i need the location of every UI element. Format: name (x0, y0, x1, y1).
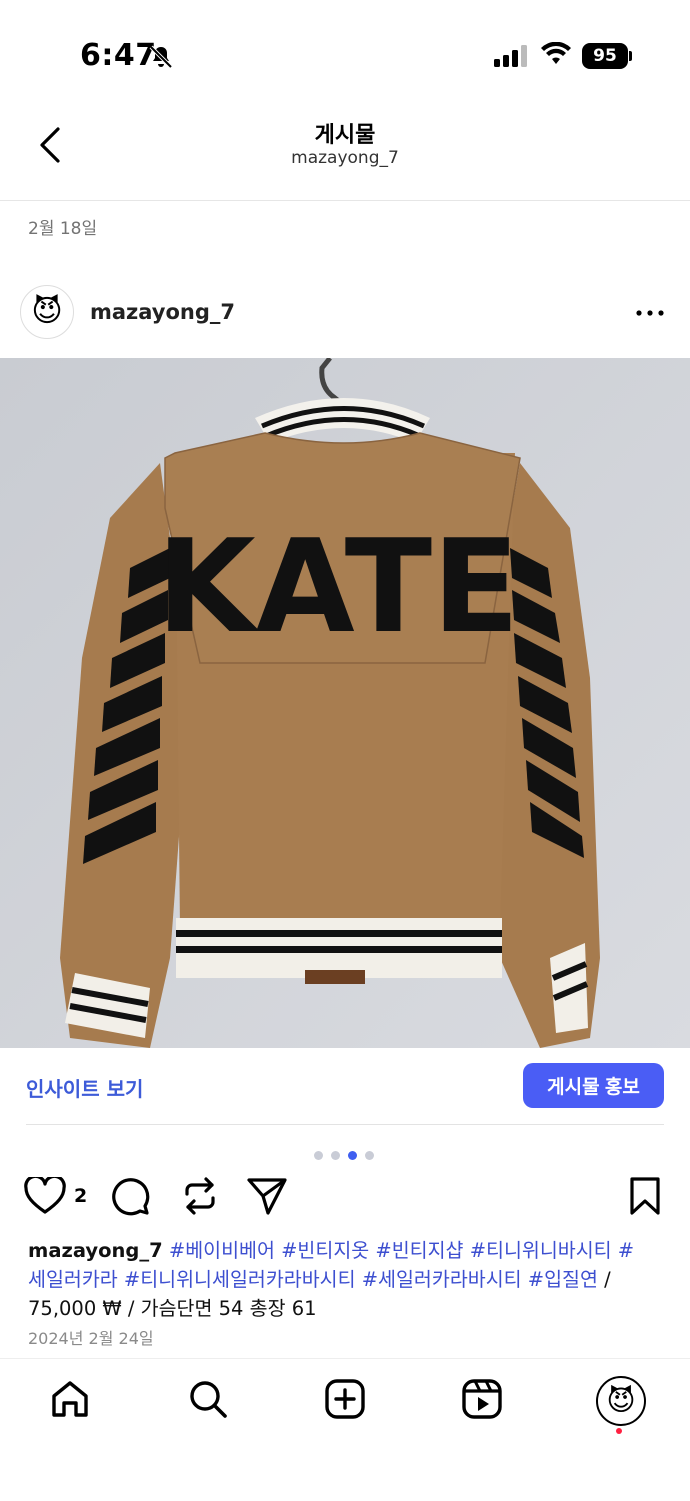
carousel-dot (365, 1151, 374, 1160)
avatar[interactable]: 😈 (20, 285, 74, 339)
caption-text: 75,000 ₩ / 가슴단면 54 총장 61 (28, 1297, 317, 1320)
create-post-icon[interactable] (324, 1378, 366, 1420)
status-time: 6:47 (80, 38, 157, 73)
post-date-bottom: 2024년 2월 24일 (28, 1329, 154, 1348)
smiling-devil-icon: 😈 (606, 1384, 636, 1417)
cellular-signal-icon (494, 45, 527, 67)
caption-hashtags[interactable]: #베이비베어 #빈티지옷 #빈티지샵 #티니위니바시티 # (169, 1239, 634, 1262)
wifi-icon (541, 42, 571, 64)
battery-nub (629, 51, 632, 61)
divider (26, 1124, 664, 1125)
caption-hashtags[interactable]: 세일러카라 #티니위니세일러카라바시티 #세일러카라바시티 #입질연 (28, 1268, 598, 1291)
page-subtitle: mazayong_7 (291, 148, 399, 168)
bell-muted-icon (149, 45, 173, 69)
promote-post-button[interactable]: 게시물 홍보 (523, 1063, 664, 1108)
more-options-icon[interactable] (636, 310, 664, 316)
caption-text: / (597, 1268, 611, 1291)
jacket-kate-text: KATE (156, 513, 519, 662)
reels-icon[interactable] (461, 1378, 503, 1420)
post-username[interactable]: mazayong_7 (90, 300, 235, 324)
carousel-dot (314, 1151, 323, 1160)
bookmark-icon[interactable] (628, 1176, 662, 1216)
heart-icon[interactable] (24, 1177, 66, 1215)
home-icon[interactable] (50, 1379, 90, 1419)
carousel-indicator (314, 1145, 382, 1164)
view-insights-link[interactable]: 인사이트 보기 (26, 1073, 143, 1102)
page-title: 게시물 (314, 123, 376, 148)
search-icon[interactable] (187, 1378, 229, 1420)
like-count[interactable]: 2 (74, 1185, 87, 1207)
carousel-dot-active (348, 1151, 357, 1160)
carousel-dot (331, 1151, 340, 1160)
smiling-devil-icon: 😈 (31, 294, 63, 329)
caption-username[interactable]: mazayong_7 (28, 1239, 163, 1262)
notification-dot (616, 1428, 622, 1434)
post-date-top: 2월 18일 (28, 219, 98, 239)
profile-tab-avatar[interactable]: 😈 (596, 1376, 646, 1426)
share-send-icon[interactable] (246, 1176, 288, 1216)
post-caption: mazayong_7 #베이비베어 #빈티지옷 #빈티지샵 #티니위니바시티 #… (28, 1236, 668, 1323)
comment-icon[interactable] (110, 1176, 150, 1216)
post-photo[interactable]: KATE (0, 358, 690, 1048)
battery-indicator: 95 (582, 43, 628, 69)
repost-icon[interactable] (182, 1176, 218, 1216)
